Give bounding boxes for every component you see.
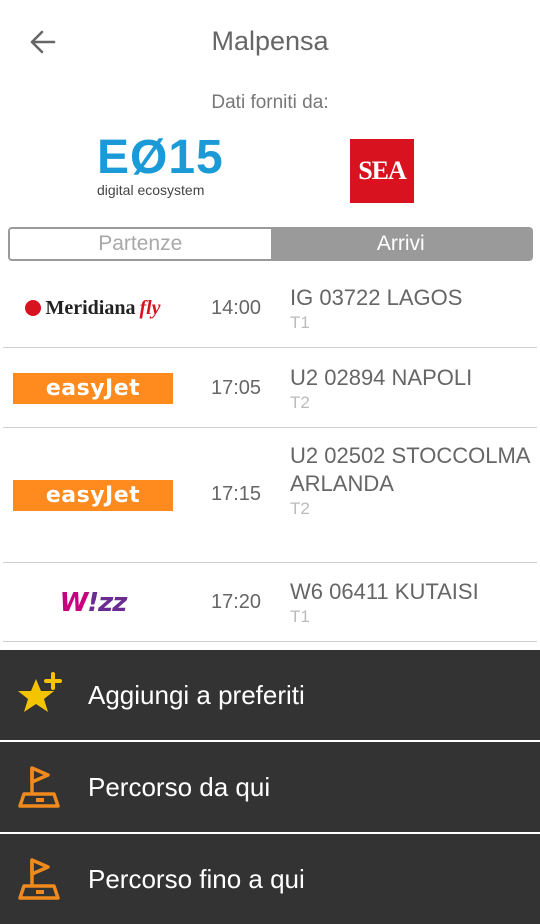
flight-info: U2 02502 STOCCOLMA ARLANDA T2 [290, 442, 530, 520]
route-to-icon [0, 834, 80, 924]
flight-number-destination: U2 02894 NAPOLI [290, 365, 473, 390]
route-from-icon [0, 742, 80, 832]
route-to-here-button[interactable]: Percorso fino a qui [0, 834, 540, 924]
flight-time: 14:00 [211, 297, 262, 319]
airline-logo: Meridiana fly [13, 268, 173, 348]
route-to-here-label: Percorso fino a qui [88, 863, 305, 894]
wizz-logo: W!zz [59, 587, 128, 618]
sea-logo: SEA [350, 139, 414, 203]
flight-terminal: T1 [290, 313, 310, 332]
tab-arrivi[interactable]: Arrivi [270, 229, 531, 259]
airline-logo: easyJet [13, 348, 173, 428]
airline-logo: W!zz [13, 563, 173, 642]
provided-by-caption: Dati forniti da: [211, 92, 329, 113]
flight-number-destination: IG 03722 LAGOS [290, 285, 463, 310]
flight-info: U2 02894 NAPOLI T2 [290, 364, 530, 414]
tab-partenze[interactable]: Partenze [10, 229, 271, 259]
wizz-logo-w: W [59, 587, 89, 618]
flight-time: 17:05 [211, 377, 262, 399]
page-title: Malpensa [211, 26, 329, 56]
direction-tabs: Partenze Arrivi [8, 227, 533, 261]
easyjet-logo: easyJet [13, 480, 173, 511]
flight-number-destination: U2 02502 STOCCOLMA ARLANDA [290, 443, 530, 496]
meridiana-fly-text: fly [139, 296, 161, 319]
flight-terminal: T1 [290, 607, 310, 626]
flight-row[interactable]: easyJet 17:15 U2 02502 STOCCOLMA ARLANDA… [3, 428, 537, 563]
flight-terminal: T2 [290, 393, 310, 412]
flight-row[interactable]: easyJet 17:05 U2 02894 NAPOLI T2 [3, 348, 537, 428]
flight-row[interactable]: W!zz 17:20 W6 06411 KUTAISI T1 [3, 563, 537, 642]
flight-info: W6 06411 KUTAISI T1 [290, 578, 530, 628]
flight-time: 17:15 [211, 483, 262, 505]
meridiana-logo: Meridiana fly [25, 296, 161, 320]
wizz-logo-rest: !zz [87, 587, 127, 618]
easyjet-logo: easyJet [13, 372, 173, 404]
route-from-here-label: Percorso da qui [88, 771, 271, 802]
e015-logo-name: EØ15 [97, 131, 224, 184]
meridiana-dot-icon [25, 300, 42, 316]
app-header: Malpensa [0, 0, 540, 84]
flight-row[interactable]: Meridiana fly 14:00 IG 03722 LAGOS T1 [3, 268, 537, 348]
flight-terminal: T2 [290, 499, 310, 518]
flight-time: 17:20 [211, 591, 262, 613]
add-to-favorites-button[interactable]: Aggiungi a preferiti [0, 650, 540, 740]
flight-info: IG 03722 LAGOS T1 [290, 284, 530, 334]
flight-number-destination: W6 06411 KUTAISI [290, 579, 479, 604]
meridiana-logo-text: Meridiana [45, 296, 136, 319]
route-from-here-button[interactable]: Percorso da qui [0, 742, 540, 832]
e015-logo-tagline: digital ecosystem [97, 182, 205, 198]
e015-logo: EØ15 digital ecosystem [97, 131, 224, 200]
add-to-favorites-label: Aggiungi a preferiti [88, 679, 305, 710]
star-add-icon [0, 650, 80, 740]
airline-logo: easyJet [13, 428, 173, 563]
